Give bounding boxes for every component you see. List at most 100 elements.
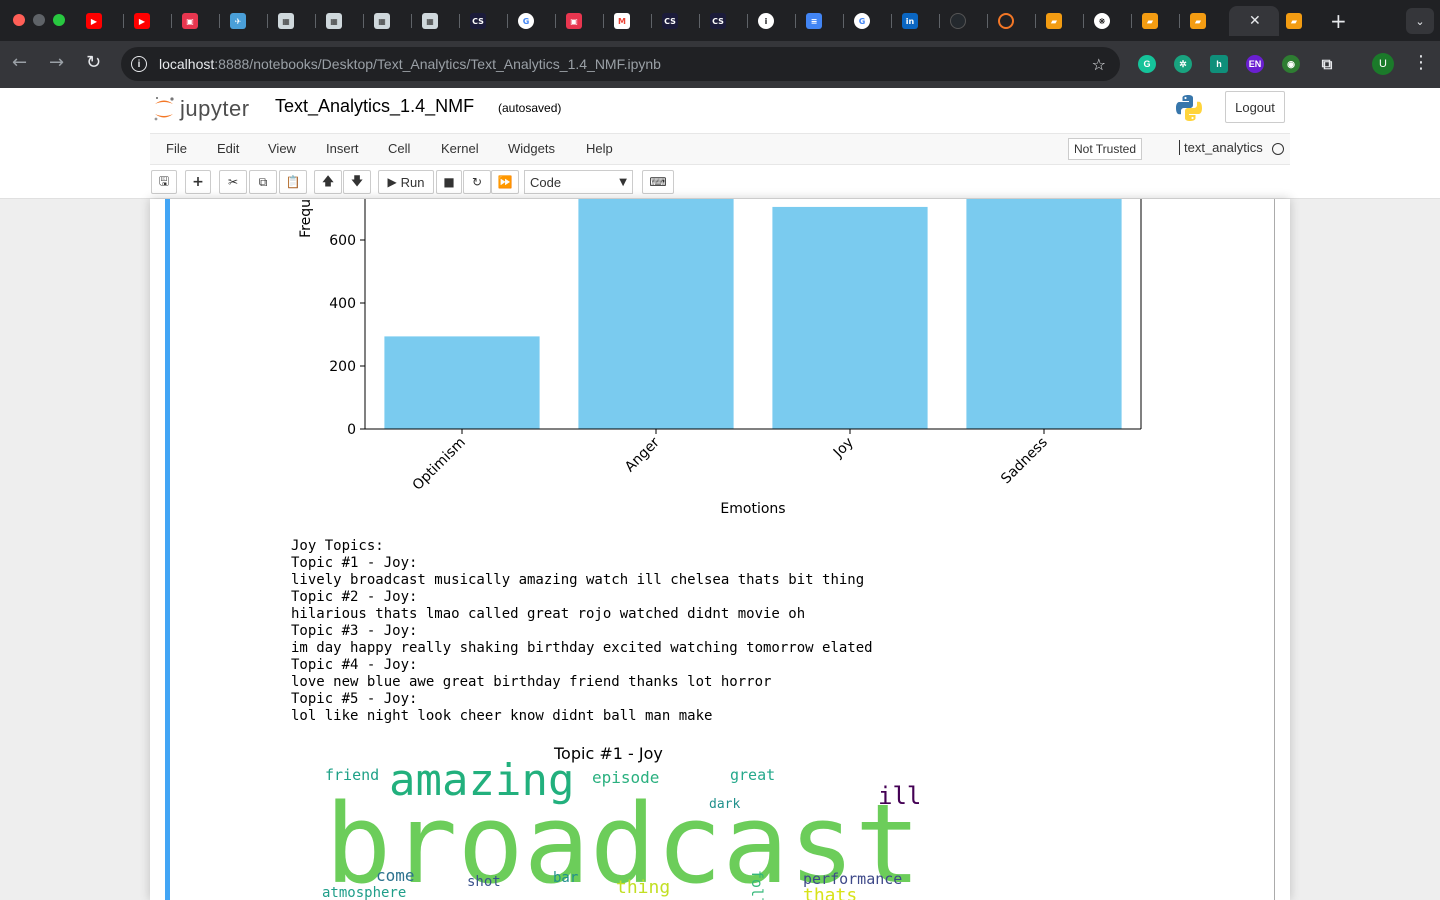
menu-view[interactable]: View (268, 141, 296, 156)
menu-edit[interactable]: Edit (217, 141, 239, 156)
tab-gmail[interactable]: M (610, 6, 656, 36)
menu-cell[interactable]: Cell (388, 141, 410, 156)
trust-button[interactable]: Not Trusted (1068, 138, 1143, 160)
minimize-window-button[interactable] (33, 14, 45, 26)
run-button[interactable]: ▶ Run (378, 170, 434, 194)
topics-output: Joy Topics: Topic #1 - Joy: lively broadca… (291, 538, 873, 725)
menu-insert[interactable]: Insert (326, 141, 359, 156)
tab-separator (411, 14, 412, 28)
notebook-icon: ▰ (1190, 13, 1206, 29)
menu-dots-icon[interactable]: ⋮ (1412, 52, 1430, 73)
tab-separator (1131, 14, 1132, 28)
profile-avatar[interactable]: U (1372, 53, 1394, 75)
menu-help[interactable]: Help (586, 141, 613, 156)
jupyter-wordmark: jupyter (180, 96, 250, 121)
tab-jupyter-1[interactable] (994, 6, 1040, 36)
output-line: lively broadcast musically amazing watch… (291, 572, 865, 588)
extensions-puzzle-icon[interactable]: ⧉ (1318, 55, 1336, 73)
tab-notebook-1[interactable]: ▰ (1042, 6, 1088, 36)
insert-cell-button[interactable]: + (185, 170, 211, 194)
url-host: localhost (159, 56, 215, 72)
interrupt-button[interactable]: ■ (436, 170, 462, 194)
address-bar[interactable]: i localhost:8888/notebooks/Desktop/Text_… (121, 47, 1120, 81)
close-window-button[interactable] (13, 14, 25, 26)
frog-extension-icon[interactable]: ◉ (1282, 55, 1300, 73)
tab-openai[interactable]: ❋ (1090, 6, 1136, 36)
tab-separator (1179, 14, 1180, 28)
tab-notebook-4[interactable]: ▰ (1282, 6, 1328, 36)
tab-bird-app[interactable]: ✈ (226, 6, 272, 36)
restart-run-all-button[interactable]: ⏩ (491, 170, 519, 194)
cut-button[interactable]: ✂ (219, 170, 247, 194)
tab-separator (987, 14, 988, 28)
kernel-name[interactable]: text_analytics (1179, 140, 1263, 155)
hypothesis-icon[interactable]: h (1210, 55, 1228, 73)
tab-cs-3[interactable]: CS (706, 6, 752, 36)
tab-google-2[interactable]: G (850, 6, 896, 36)
cell-type-select[interactable]: Code ▼ (524, 170, 633, 194)
tab-qr-2[interactable]: ▦ (322, 6, 368, 36)
menu-file[interactable]: File (166, 141, 187, 156)
tab-separator (651, 14, 652, 28)
wordcloud-word: atmosphere (322, 885, 407, 900)
tab-notebook-3[interactable]: ▰ (1186, 6, 1232, 36)
jupyter-logo[interactable]: jupyter (152, 94, 250, 124)
tab-qr-1[interactable]: ▦ (274, 6, 320, 36)
tab-notebook-2[interactable]: ▰ (1138, 6, 1184, 36)
paste-button[interactable]: 📋 (279, 170, 307, 194)
tab-pdf-2[interactable]: ▣ (562, 6, 608, 36)
google-icon: G (854, 13, 870, 29)
tab-search-chevron-icon[interactable]: ⌄ (1406, 8, 1434, 34)
language-en-icon[interactable]: EN (1246, 55, 1264, 73)
tab-cs-2[interactable]: CS (658, 6, 704, 36)
tab-youtube-2[interactable]: ▶ (130, 6, 176, 36)
tab-cs-1[interactable]: CS (466, 6, 512, 36)
tab-qr-4[interactable]: ▦ (418, 6, 464, 36)
url-text[interactable]: localhost:8888/notebooks/Desktop/Text_An… (159, 56, 661, 72)
tab-docs[interactable]: ≡ (802, 6, 848, 36)
tab-separator (603, 14, 604, 28)
docs-icon: ≡ (806, 13, 822, 29)
new-tab-icon[interactable]: + (1330, 9, 1347, 33)
kernel-idle-icon (1272, 143, 1284, 155)
command-palette-button[interactable]: ⌨ (642, 170, 674, 194)
pdf-icon: ▣ (566, 13, 582, 29)
back-arrow-icon[interactable]: ← (12, 52, 27, 73)
tab-separator (1083, 14, 1084, 28)
forward-arrow-icon[interactable]: → (49, 52, 64, 73)
url-path: :8888/notebooks/Desktop/Text_Analytics/T… (214, 56, 661, 72)
tab-google-1[interactable]: G (514, 6, 560, 36)
menu-kernel[interactable]: Kernel (441, 141, 479, 156)
y-tick-label: 600 (329, 233, 356, 249)
save-button[interactable]: 🖫 (151, 170, 177, 194)
tab-pdf-1[interactable]: ▣ (178, 6, 224, 36)
copy-button[interactable]: ⧉ (249, 170, 277, 194)
move-up-button[interactable]: 🡅 (314, 170, 342, 194)
tab-linkedin[interactable]: in (898, 6, 944, 36)
maximize-window-button[interactable] (53, 14, 65, 26)
tab-info[interactable]: i (754, 6, 800, 36)
browser-tab-strip: ▶ ▶ ▣ ✈ ▦ ▦ ▦ ▦ CS G ▣ M CS CS i ≡ G in … (0, 0, 1440, 41)
tab-youtube-1[interactable]: ▶ (82, 6, 128, 36)
tab-separator (315, 14, 316, 28)
tab-qr-3[interactable]: ▦ (370, 6, 416, 36)
tab-separator (747, 14, 748, 28)
notebook-title[interactable]: Text_Analytics_1.4_NMF (275, 96, 474, 117)
output-line: hilarious thats lmao called great rojo w… (291, 606, 806, 622)
menu-widgets[interactable]: Widgets (508, 141, 555, 156)
chatgpt-icon[interactable]: ✲ (1174, 55, 1192, 73)
logout-button[interactable]: Logout (1225, 91, 1285, 123)
tab-github[interactable] (946, 6, 992, 36)
openai-icon: ❋ (1094, 13, 1110, 29)
qr-icon: ▦ (326, 13, 342, 29)
reload-icon[interactable]: ↻ (86, 52, 101, 73)
run-label: Run (400, 174, 425, 190)
close-tab-icon[interactable]: ✕ (1249, 13, 1261, 29)
restart-button[interactable]: ↻ (463, 170, 491, 194)
site-info-icon[interactable]: i (131, 56, 147, 72)
move-down-button[interactable]: 🡇 (343, 170, 371, 194)
bookmark-star-icon[interactable]: ☆ (1092, 55, 1106, 74)
menubar-container: File Edit View Insert Cell Kernel Widget… (150, 133, 1290, 165)
notebook-container: Optimism Anger Joy Sadness 0 200 400 600 Frequ Em… (150, 199, 1290, 900)
grammarly-icon[interactable]: G (1138, 55, 1156, 73)
